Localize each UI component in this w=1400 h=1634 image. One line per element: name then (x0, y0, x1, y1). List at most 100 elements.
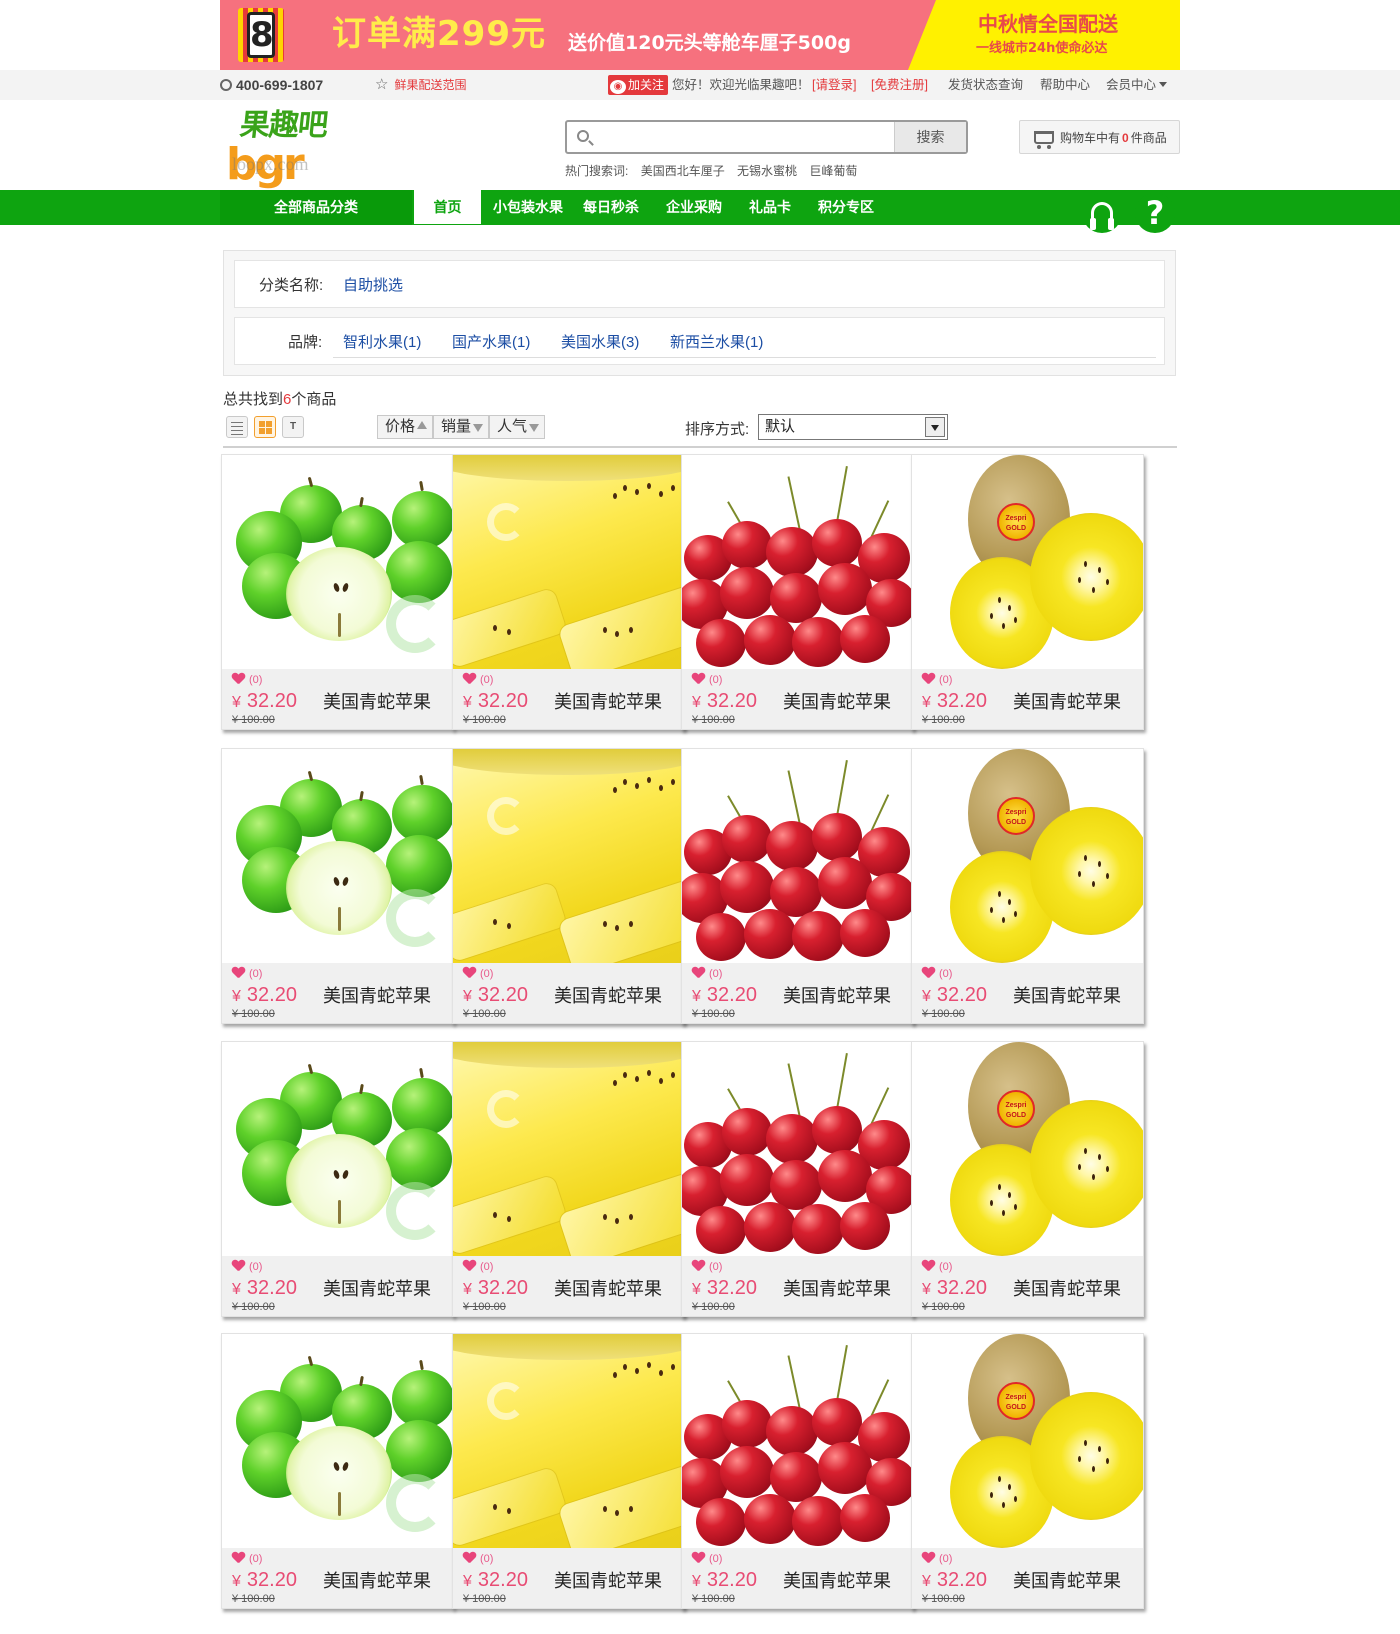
product-card[interactable]: (0) ¥32.20 美国青蛇苹果 ¥ 100.00 (681, 454, 914, 730)
member-center-menu[interactable]: 会员中心 (1106, 70, 1168, 100)
like-button[interactable]: (0) (232, 1552, 262, 1566)
hot-keyword[interactable]: 美国西北车厘子 (641, 164, 725, 178)
promo-banner[interactable]: 8 订单满299元 送价值120元头等舱车厘子500g 中秋情全国配送 一线城市… (220, 0, 1180, 70)
like-button[interactable]: (0) (922, 1260, 952, 1274)
sort-price-button[interactable]: 价格 (377, 415, 433, 439)
product-image[interactable] (682, 1334, 913, 1548)
brand-domestic[interactable]: 国产水果(1) (452, 331, 530, 352)
help-center-link[interactable]: 帮助中心 (1040, 70, 1090, 100)
product-name[interactable]: 美国青蛇苹果 (783, 984, 891, 1008)
brand-chile[interactable]: 智利水果(1) (343, 331, 421, 352)
product-card[interactable]: Zespri GOLD (0) ¥32.20 美国青蛇苹果 ¥ 100.00 (911, 1333, 1144, 1609)
product-card[interactable]: (0) ¥32.20 美国青蛇苹果 ¥ 100.00 (452, 454, 685, 730)
product-card[interactable]: (0) ¥32.20 美国青蛇苹果 ¥ 100.00 (221, 1333, 454, 1609)
brand-usa[interactable]: 美国水果(3) (561, 331, 639, 352)
nav-small-pack[interactable]: 小包装水果 (488, 190, 568, 225)
product-card[interactable]: (0) ¥32.20 美国青蛇苹果 ¥ 100.00 (452, 1333, 685, 1609)
like-button[interactable]: (0) (692, 967, 722, 981)
product-image[interactable]: Zespri GOLD (912, 455, 1143, 669)
product-card[interactable]: (0) ¥32.20 美国青蛇苹果 ¥ 100.00 (681, 748, 914, 1024)
like-button[interactable]: (0) (692, 1552, 722, 1566)
product-name[interactable]: 美国青蛇苹果 (323, 1277, 431, 1301)
product-name[interactable]: 美国青蛇苹果 (323, 1569, 431, 1593)
product-card[interactable]: Zespri GOLD (0) ¥32.20 美国青蛇苹果 ¥ 100.00 (911, 748, 1144, 1024)
product-name[interactable]: 美国青蛇苹果 (783, 690, 891, 714)
product-card[interactable]: (0) ¥32.20 美国青蛇苹果 ¥ 100.00 (221, 454, 454, 730)
sort-select[interactable]: 默认 (758, 414, 948, 440)
search-button[interactable]: 搜索 (894, 122, 966, 152)
login-link[interactable]: [请登录] (812, 70, 856, 100)
nav-flash-sale[interactable]: 每日秒杀 (576, 190, 646, 225)
like-button[interactable]: (0) (232, 967, 262, 981)
product-image[interactable] (222, 455, 453, 669)
list-view-icon[interactable] (226, 416, 248, 438)
product-name[interactable]: 美国青蛇苹果 (783, 1277, 891, 1301)
product-image[interactable]: Zespri GOLD (912, 749, 1143, 963)
like-button[interactable]: (0) (692, 673, 722, 687)
product-image[interactable]: Zespri GOLD (912, 1042, 1143, 1256)
product-name[interactable]: 美国青蛇苹果 (783, 1569, 891, 1593)
nav-enterprise[interactable]: 企业采购 (658, 190, 730, 225)
product-name[interactable]: 美国青蛇苹果 (554, 1569, 662, 1593)
product-name[interactable]: 美国青蛇苹果 (1013, 690, 1121, 714)
like-button[interactable]: (0) (463, 1552, 493, 1566)
weibo-follow-button[interactable]: ◉ 加关注 (608, 75, 669, 95)
like-button[interactable]: (0) (463, 673, 493, 687)
category-value[interactable]: 自助挑选 (343, 274, 403, 295)
product-image[interactable] (222, 1042, 453, 1256)
product-card[interactable]: (0) ¥32.20 美国青蛇苹果 ¥ 100.00 (681, 1041, 914, 1317)
product-card[interactable]: Zespri GOLD (0) ¥32.20 美国青蛇苹果 ¥ 100.00 (911, 454, 1144, 730)
product-image[interactable] (453, 749, 684, 963)
product-name[interactable]: 美国青蛇苹果 (323, 690, 431, 714)
site-logo[interactable]: 果趣吧 bgr loopx.com (226, 108, 344, 188)
like-button[interactable]: (0) (922, 1552, 952, 1566)
all-categories-menu[interactable]: 全部商品分类 (220, 190, 412, 225)
delivery-range-link[interactable]: ☆ 鲜果配送范围 (375, 70, 466, 100)
shipping-status-link[interactable]: 发货状态查询 (948, 70, 1023, 100)
text-view-icon[interactable]: T (282, 416, 304, 438)
product-card[interactable]: (0) ¥32.20 美国青蛇苹果 ¥ 100.00 (452, 1041, 685, 1317)
product-image[interactable] (453, 1042, 684, 1256)
like-button[interactable]: (0) (692, 1260, 722, 1274)
hot-keyword[interactable]: 无锡水蜜桃 (737, 164, 797, 178)
product-image[interactable] (682, 455, 913, 669)
help-icon[interactable]: ? (1135, 193, 1175, 233)
like-button[interactable]: (0) (922, 673, 952, 687)
product-name[interactable]: 美国青蛇苹果 (554, 984, 662, 1008)
cart-button[interactable]: 购物车中有 0 件商品 (1019, 120, 1180, 154)
nav-points[interactable]: 积分专区 (810, 190, 882, 225)
product-card[interactable]: (0) ¥32.20 美国青蛇苹果 ¥ 100.00 (221, 1041, 454, 1317)
nav-home[interactable]: 首页 (414, 190, 481, 224)
product-image[interactable] (682, 749, 913, 963)
product-image[interactable] (453, 1334, 684, 1548)
nav-gift-card[interactable]: 礼品卡 (742, 190, 798, 225)
headset-icon[interactable] (1082, 193, 1122, 233)
like-button[interactable]: (0) (232, 1260, 262, 1274)
brand-new-zealand[interactable]: 新西兰水果(1) (670, 331, 763, 352)
like-button[interactable]: (0) (922, 967, 952, 981)
product-card[interactable]: Zespri GOLD (0) ¥32.20 美国青蛇苹果 ¥ 100.00 (911, 1041, 1144, 1317)
like-button[interactable]: (0) (463, 967, 493, 981)
product-name[interactable]: 美国青蛇苹果 (554, 690, 662, 714)
product-image[interactable]: Zespri GOLD (912, 1334, 1143, 1548)
grid-view-icon[interactable] (254, 416, 276, 438)
product-card[interactable]: (0) ¥32.20 美国青蛇苹果 ¥ 100.00 (221, 748, 454, 1024)
product-name[interactable]: 美国青蛇苹果 (1013, 1569, 1121, 1593)
search-input[interactable] (597, 126, 897, 150)
product-name[interactable]: 美国青蛇苹果 (1013, 984, 1121, 1008)
product-image[interactable] (222, 1334, 453, 1548)
product-card[interactable]: (0) ¥32.20 美国青蛇苹果 ¥ 100.00 (452, 748, 685, 1024)
like-button[interactable]: (0) (232, 673, 262, 687)
product-name[interactable]: 美国青蛇苹果 (323, 984, 431, 1008)
product-name[interactable]: 美国青蛇苹果 (554, 1277, 662, 1301)
product-name[interactable]: 美国青蛇苹果 (1013, 1277, 1121, 1301)
register-link[interactable]: [免费注册] (871, 70, 928, 100)
chevron-down-icon[interactable] (925, 417, 945, 437)
like-button[interactable]: (0) (463, 1260, 493, 1274)
sort-popularity-button[interactable]: 人气 (489, 415, 545, 439)
hot-keyword[interactable]: 巨峰葡萄 (809, 164, 857, 178)
product-image[interactable] (222, 749, 453, 963)
product-image[interactable] (453, 455, 684, 669)
sort-sales-button[interactable]: 销量 (433, 415, 489, 439)
product-image[interactable] (682, 1042, 913, 1256)
